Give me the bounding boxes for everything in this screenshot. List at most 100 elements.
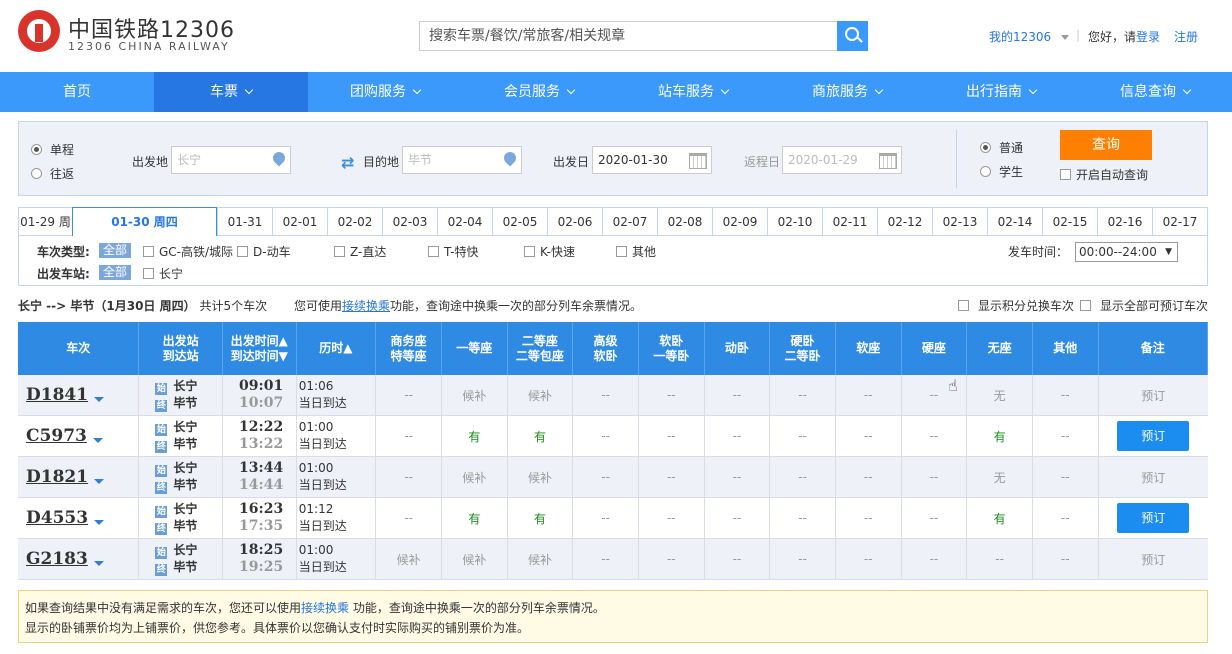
date-tab[interactable]: 02-11 <box>822 208 877 236</box>
train-type-option[interactable]: 其他 <box>616 243 656 260</box>
checkbox-icon[interactable] <box>524 246 535 257</box>
radio-icon[interactable] <box>980 166 991 177</box>
nav-item[interactable]: 站车服务 <box>616 72 770 112</box>
departure-station[interactable]: 长宁 <box>173 461 197 475</box>
seat-availability[interactable]: 候补 <box>442 457 508 497</box>
date-tab[interactable]: 01-29 周 <box>18 208 72 236</box>
column-header[interactable]: 软座 <box>836 322 902 375</box>
checkbox-icon[interactable] <box>616 246 627 257</box>
seat-availability[interactable]: 有 <box>508 416 574 456</box>
column-header[interactable]: 动卧 <box>705 322 771 375</box>
date-tab[interactable]: 02-09 <box>712 208 767 236</box>
seat-availability[interactable]: 有 <box>508 498 574 538</box>
nav-item[interactable]: 首页 <box>0 72 154 112</box>
date-tab[interactable]: 02-10 <box>767 208 822 236</box>
show-all-bookable-option[interactable]: 显示全部可预订车次 <box>1080 297 1208 314</box>
nav-item[interactable]: 车票 <box>154 72 308 112</box>
swap-stations-icon[interactable]: ⇄ <box>341 153 354 172</box>
radio-icon[interactable] <box>980 142 991 153</box>
column-header[interactable]: 出发时间▲ 到达时间▼ <box>223 322 297 375</box>
register-link[interactable]: 注册 <box>1174 28 1198 45</box>
chevron-down-icon[interactable] <box>93 560 104 566</box>
railway-logo-icon[interactable] <box>18 10 60 52</box>
nav-item[interactable]: 团购服务 <box>308 72 462 112</box>
station-all[interactable]: 全部 <box>99 265 132 280</box>
checkbox-icon[interactable] <box>428 246 439 257</box>
checkbox-icon[interactable] <box>237 246 248 257</box>
departure-station[interactable]: 长宁 <box>173 543 197 557</box>
login-link[interactable]: 登录 <box>1136 30 1160 44</box>
checkbox-icon[interactable] <box>143 246 154 257</box>
arrival-station[interactable]: 毕节 <box>173 437 197 451</box>
date-tab[interactable]: 02-08 <box>657 208 712 236</box>
nav-item[interactable]: 出行指南 <box>924 72 1078 112</box>
train-number[interactable]: D1821 <box>26 467 88 487</box>
seat-availability[interactable]: 无 <box>967 375 1033 415</box>
normal-ticket-option[interactable]: 普通 <box>980 139 1023 156</box>
column-header[interactable]: 高级 软卧 <box>573 322 639 375</box>
seat-availability[interactable]: 候补 <box>442 539 508 579</box>
column-header[interactable]: 历时▲ <box>297 322 377 375</box>
train-type-option[interactable]: K-快速 <box>524 243 575 260</box>
transfer-link[interactable]: 接续换乘 <box>301 601 349 615</box>
to-station-input[interactable]: 毕节 <box>402 146 522 174</box>
column-header[interactable]: 车次 <box>18 322 140 375</box>
column-header[interactable]: 二等座 二等包座 <box>508 322 574 375</box>
train-type-option[interactable]: T-特快 <box>428 243 479 260</box>
arrival-station[interactable]: 毕节 <box>173 478 197 492</box>
seat-availability[interactable]: 候补 <box>508 539 574 579</box>
search-input[interactable] <box>420 22 820 50</box>
date-tab[interactable]: 02-03 <box>382 208 437 236</box>
checkbox-icon[interactable] <box>1080 300 1091 311</box>
arrival-station[interactable]: 毕节 <box>173 519 197 533</box>
train-type-option[interactable]: GC-高铁/城际 <box>143 243 233 260</box>
radio-icon[interactable] <box>31 168 42 179</box>
oneway-option[interactable]: 单程 <box>31 141 74 158</box>
seat-availability[interactable]: 有 <box>967 416 1033 456</box>
auto-query-option[interactable]: 开启自动查询 <box>1060 166 1148 183</box>
seat-availability[interactable]: 候补 <box>508 375 574 415</box>
column-header[interactable]: 商务座 特等座 <box>376 322 442 375</box>
seat-availability[interactable]: 候补 <box>376 539 442 579</box>
column-header[interactable]: 一等座 <box>442 322 508 375</box>
date-tab[interactable]: 01-30 周四 <box>72 207 217 237</box>
column-header[interactable]: 出发站 到达站 <box>139 322 223 375</box>
arrival-station[interactable]: 毕节 <box>173 396 197 410</box>
column-header[interactable]: 其他 <box>1033 322 1099 375</box>
train-type-option[interactable]: Z-直达 <box>334 243 386 260</box>
chevron-down-icon[interactable] <box>94 478 105 484</box>
seat-availability[interactable]: 无 <box>967 457 1033 497</box>
student-ticket-option[interactable]: 学生 <box>980 163 1023 180</box>
depart-time-select[interactable]: 00:00--24:00 ▼ <box>1075 242 1178 262</box>
column-header[interactable]: 备注 <box>1099 322 1209 375</box>
arrival-station[interactable]: 毕节 <box>173 560 197 574</box>
station-option[interactable]: 长宁 <box>143 265 183 282</box>
date-tab[interactable]: 02-07 <box>602 208 657 236</box>
date-tab[interactable]: 02-02 <box>327 208 382 236</box>
depart-date-input[interactable]: 2020-01-30 <box>592 146 712 174</box>
calendar-icon[interactable] <box>689 153 707 169</box>
departure-station[interactable]: 长宁 <box>173 502 197 516</box>
query-button[interactable]: 查询 <box>1060 130 1152 160</box>
search-icon[interactable] <box>837 21 868 51</box>
from-station-input[interactable]: 长宁 <box>171 146 291 174</box>
points-exchange-option[interactable]: 显示积分兑换车次 <box>958 297 1074 314</box>
departure-station[interactable]: 长宁 <box>173 420 197 434</box>
nav-item[interactable]: 信息查询 <box>1078 72 1232 112</box>
book-button[interactable]: 预订 <box>1117 421 1190 451</box>
date-tab[interactable]: 02-12 <box>877 208 932 236</box>
transfer-link[interactable]: 接续换乘 <box>342 299 390 313</box>
chevron-down-icon[interactable] <box>94 519 105 525</box>
seat-availability[interactable]: 有 <box>442 416 508 456</box>
book-button[interactable]: 预订 <box>1117 503 1190 533</box>
date-tab[interactable]: 01-31 <box>217 208 272 236</box>
seat-availability[interactable]: 候补 <box>508 457 574 497</box>
seat-availability[interactable]: 有 <box>967 498 1033 538</box>
train-type-option[interactable]: D-动车 <box>237 243 291 260</box>
date-tab[interactable]: 02-06 <box>547 208 602 236</box>
date-tab[interactable]: 02-16 <box>1097 208 1152 236</box>
checkbox-icon[interactable] <box>958 300 969 311</box>
date-tab[interactable]: 02-15 <box>1042 208 1097 236</box>
checkbox-icon[interactable] <box>143 268 154 279</box>
date-tab[interactable]: 02-04 <box>437 208 492 236</box>
